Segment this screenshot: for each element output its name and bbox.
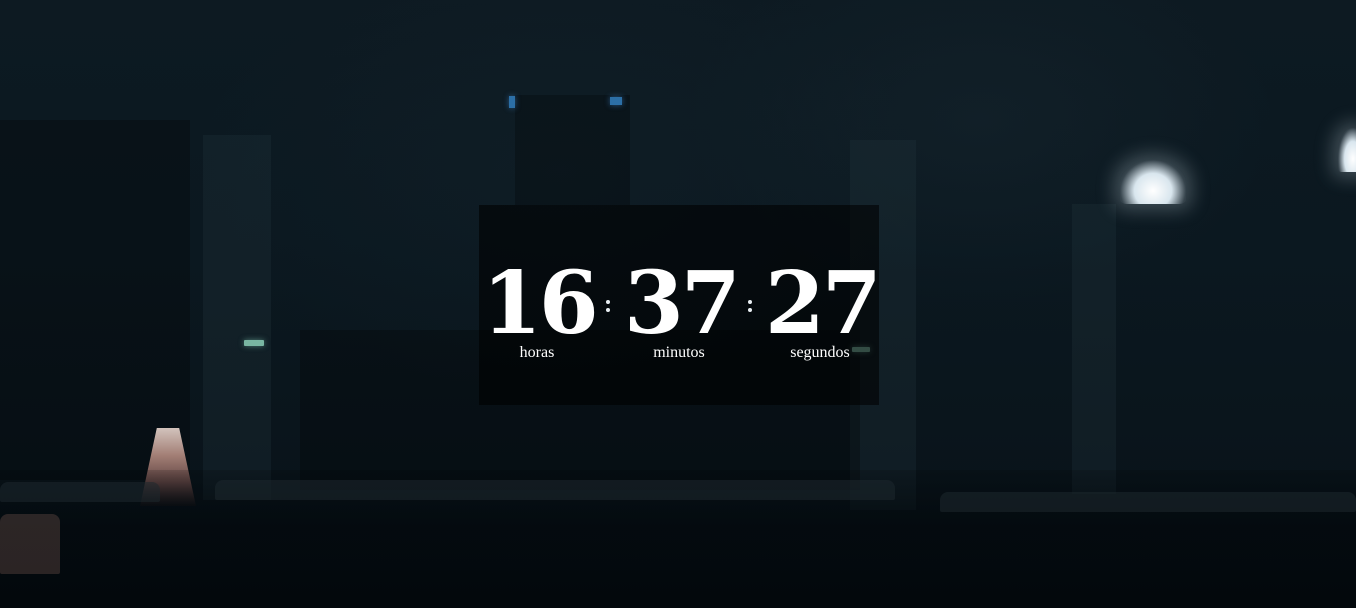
colon-separator-icon: [748, 300, 752, 312]
wall-column-left: [203, 135, 271, 500]
exit-sign-icon: [244, 340, 264, 346]
ceiling-lamp-icon: [1120, 160, 1186, 204]
blue-indicator-icon: [610, 97, 622, 105]
seconds-value: 27: [765, 253, 882, 354]
hours-value: 16: [482, 253, 599, 354]
seat-row: [215, 480, 895, 500]
seat-row: [0, 482, 160, 502]
countdown-hours: 16 horas: [482, 253, 599, 362]
seat-row: [0, 514, 60, 574]
left-wall-shadow: [0, 120, 190, 480]
blue-indicator-icon: [509, 96, 515, 108]
countdown-seconds: 27 segundos: [765, 253, 882, 362]
minutes-value: 37: [624, 253, 741, 354]
countdown-panel: 16 horas 37 minutos 27 segundos: [479, 205, 882, 405]
seating-area: [0, 470, 1356, 608]
seat-row: [940, 492, 1356, 512]
countdown-minutes: 37 minutos: [624, 253, 741, 362]
colon-separator-icon: [606, 300, 610, 312]
stage-doorway: [515, 95, 630, 205]
ceiling-lamp-edge-icon: [1338, 128, 1356, 172]
background-scene: 16 horas 37 minutos 27 segundos: [0, 0, 1356, 608]
right-door-frame: [1072, 204, 1116, 494]
